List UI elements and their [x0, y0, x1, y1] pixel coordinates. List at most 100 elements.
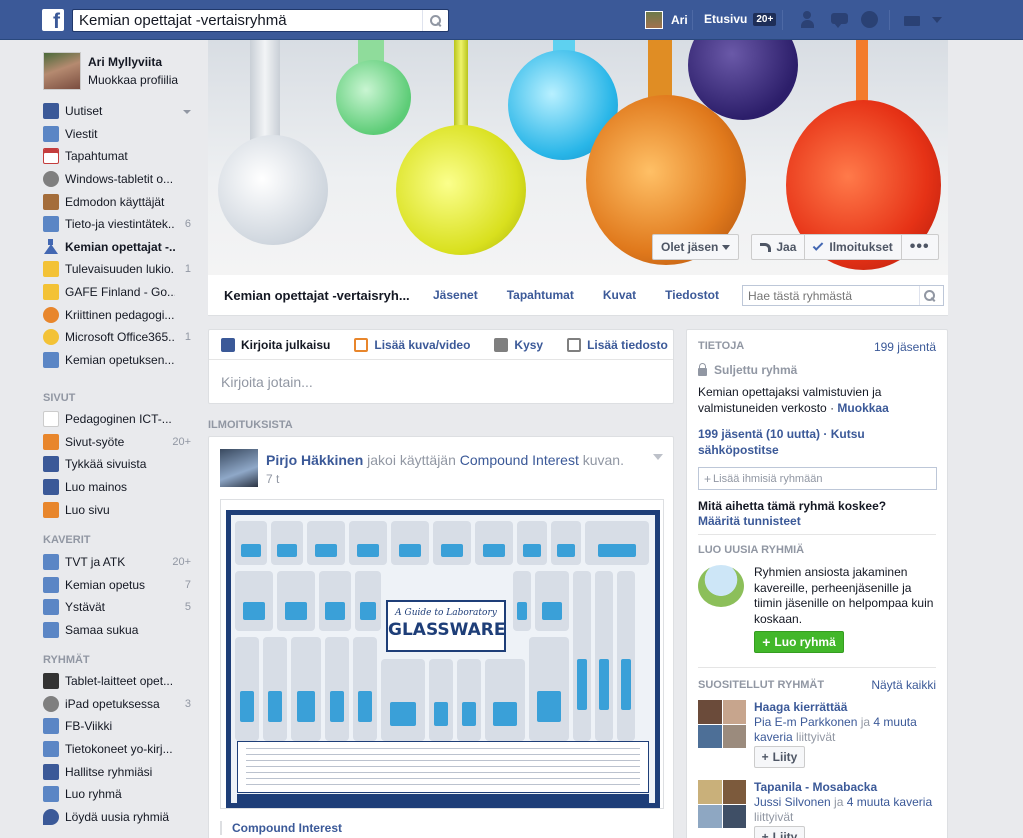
sidebar-item-group[interactable]: Tietokoneet yo-kirj...: [43, 738, 195, 761]
share-button[interactable]: Jaa: [752, 235, 806, 259]
others-link[interactable]: 4 muuta kaveria: [847, 795, 932, 809]
sidebar-item-friend-list[interactable]: Samaa sukua: [43, 619, 195, 642]
tab-events[interactable]: Tapahtumat: [507, 288, 574, 302]
sidebar-item-create-page[interactable]: Luo sivu: [43, 498, 195, 521]
set-tags-link[interactable]: Määritä tunnisteet: [698, 514, 801, 528]
suggested-group-name[interactable]: Haaga kierrättää: [754, 700, 847, 714]
messages-icon: [43, 125, 59, 142]
sidebar-item-friend-list[interactable]: Ystävät 5: [43, 596, 195, 619]
sidebar-item-group[interactable]: Tulevaisuuden lukio... 1: [43, 258, 195, 281]
sidebar-item-page[interactable]: Pedagoginen ICT-...: [43, 408, 195, 431]
sidebar-item-friend-list[interactable]: TVT ja ATK 20+: [43, 551, 195, 574]
join-group-button[interactable]: + Liity: [754, 746, 805, 768]
group-search-button[interactable]: [919, 286, 939, 305]
member-count-link[interactable]: 199 jäsentä: [874, 340, 936, 354]
sidebar-item-group[interactable]: GAFE Finland - Go...: [43, 281, 195, 304]
sidebar-item-group[interactable]: Edmodon käyttäjät: [43, 190, 195, 213]
sidebar-item-group[interactable]: Windows-tabletit o...: [43, 168, 195, 191]
tab-add-photo-video[interactable]: Lisää kuva/video: [354, 337, 470, 352]
account-menu-arrow-icon[interactable]: [932, 17, 942, 28]
friend-requests-icon[interactable]: [801, 10, 821, 30]
sidebar-item-current-group[interactable]: Kemian opettajat -...: [43, 236, 195, 259]
sidebar-item-group[interactable]: iPad opetuksessa 3: [43, 693, 195, 716]
notifications-button[interactable]: Ilmoitukset: [805, 235, 902, 259]
search-box[interactable]: [72, 9, 449, 32]
friend-link[interactable]: Jussi Silvonen: [754, 795, 831, 809]
search-button[interactable]: [422, 10, 448, 31]
sidebar-item-create-ad[interactable]: Luo mainos: [43, 476, 195, 499]
post-timestamp[interactable]: 7 t: [266, 472, 279, 486]
topic-question: Mitä aihetta tämä ryhmä koskee?: [698, 499, 887, 513]
more-options-button[interactable]: •••: [902, 235, 938, 259]
privacy-status: Suljettu ryhmä: [698, 362, 797, 377]
tab-write-post[interactable]: Kirjoita julkaisu: [221, 337, 330, 352]
suggested-group-name[interactable]: Tapanila - Mosabacka: [754, 780, 877, 794]
glassware-item: [353, 637, 377, 741]
post-image[interactable]: A Guide to Laboratory GLASSWARE: [220, 499, 664, 809]
sidebar-item-group[interactable]: FB-Viikki: [43, 715, 195, 738]
sidebar-item-events[interactable]: Tapahtumat: [43, 145, 195, 168]
notifications-globe-icon[interactable]: [860, 10, 880, 30]
messages-icon[interactable]: [830, 10, 850, 30]
tab-add-file[interactable]: Lisää tiedosto: [567, 337, 668, 352]
top-user-name: Ari: [671, 13, 688, 27]
suggested-group-members: Pia E-m Parkkonen ja 4 muuta kaveria lii…: [754, 715, 917, 744]
post-author-avatar[interactable]: [220, 449, 258, 487]
sidebar-item-group[interactable]: Kriittinen pedagogi...: [43, 303, 195, 326]
about-heading: TIETOJA: [698, 340, 745, 352]
tab-ask-question[interactable]: Kysy: [494, 337, 543, 352]
sidebar-item-manage-groups[interactable]: Hallitse ryhmiäsi: [43, 760, 195, 783]
create-group-button[interactable]: + Luo ryhmä: [754, 631, 844, 653]
group-search-box[interactable]: [742, 285, 944, 306]
post-source-link[interactable]: Compound Interest: [460, 452, 579, 468]
sidebar-item-pages-feed[interactable]: Sivut-syöte 20+: [43, 431, 195, 454]
shared-source-link[interactable]: Compound Interest: [220, 821, 664, 835]
profile-name[interactable]: Ari Myllyviita: [88, 55, 178, 69]
suggested-group-photos[interactable]: [698, 700, 746, 748]
manage-icon: [43, 763, 59, 780]
tab-members[interactable]: Jäsenet: [433, 288, 478, 302]
friend-link[interactable]: Pia E-m Parkkonen: [754, 715, 857, 729]
friends-heading[interactable]: KAVERIT: [43, 534, 90, 546]
sidebar-item-find-groups[interactable]: Löydä uusia ryhmiä: [43, 806, 195, 829]
facebook-logo[interactable]: f: [42, 9, 64, 31]
edit-profile-link[interactable]: Muokkaa profiilia: [88, 73, 178, 87]
top-profile-link[interactable]: Ari: [645, 11, 688, 29]
joined-button[interactable]: Olet jäsen: [652, 234, 740, 260]
members-invite-line[interactable]: 199 jäsentä (10 uutta) · Kutsu sähköpost…: [698, 426, 938, 458]
sidebar-item-group[interactable]: Tieto-ja viestintätek... 6: [43, 213, 195, 236]
plus-icon: +: [761, 750, 769, 764]
pages-heading[interactable]: SIVUT: [43, 392, 75, 404]
see-all-link[interactable]: Näytä kaikki: [871, 678, 936, 692]
suggested-group-photos[interactable]: [698, 780, 746, 828]
tab-files[interactable]: Tiedostot: [665, 288, 719, 302]
groups-heading[interactable]: RYHMÄT: [43, 654, 90, 666]
glassware-item: [235, 571, 273, 631]
sidebar-item-messages[interactable]: Viestit: [43, 123, 195, 146]
sidebar-item-group[interactable]: Microsoft Office365... 1: [43, 326, 195, 349]
add-people-box[interactable]: +: [698, 467, 937, 490]
composer-input[interactable]: [221, 372, 661, 392]
edit-description-link[interactable]: Muokkaa: [837, 401, 888, 415]
sidebar-item-group[interactable]: Tablet-laitteet opet...: [43, 670, 195, 693]
sidebar-item-like-pages[interactable]: Tykkää sivuista: [43, 453, 195, 476]
search-input[interactable]: [73, 10, 423, 31]
privacy-shortcuts-icon[interactable]: [903, 10, 923, 30]
sidebar-item-group[interactable]: Kemian opetuksen...: [43, 349, 195, 372]
sidebar-item-news[interactable]: Uutiset: [43, 100, 195, 123]
profile-avatar[interactable]: [43, 52, 81, 90]
friends-list-icon: [43, 576, 59, 593]
post-author-link[interactable]: Pirjo Häkkinen: [266, 452, 363, 468]
home-link[interactable]: Etusivu 20+: [704, 12, 777, 26]
join-group-button[interactable]: + Liity: [754, 826, 805, 838]
friends-list-icon: [43, 554, 59, 571]
group-title[interactable]: Kemian opettajat -vertaisryh...: [224, 288, 410, 303]
sidebar-item-friend-list[interactable]: Kemian opetus 7: [43, 574, 195, 597]
tab-photos[interactable]: Kuvat: [603, 288, 636, 302]
group-search-input[interactable]: [743, 286, 919, 305]
sidebar-item-create-group[interactable]: Luo ryhmä: [43, 783, 195, 806]
chevron-down-icon[interactable]: [183, 110, 191, 118]
post-options-chevron-icon[interactable]: [653, 454, 663, 465]
add-people-input[interactable]: [711, 468, 932, 489]
poster-title: A Guide to Laboratory GLASSWARE: [386, 600, 506, 652]
